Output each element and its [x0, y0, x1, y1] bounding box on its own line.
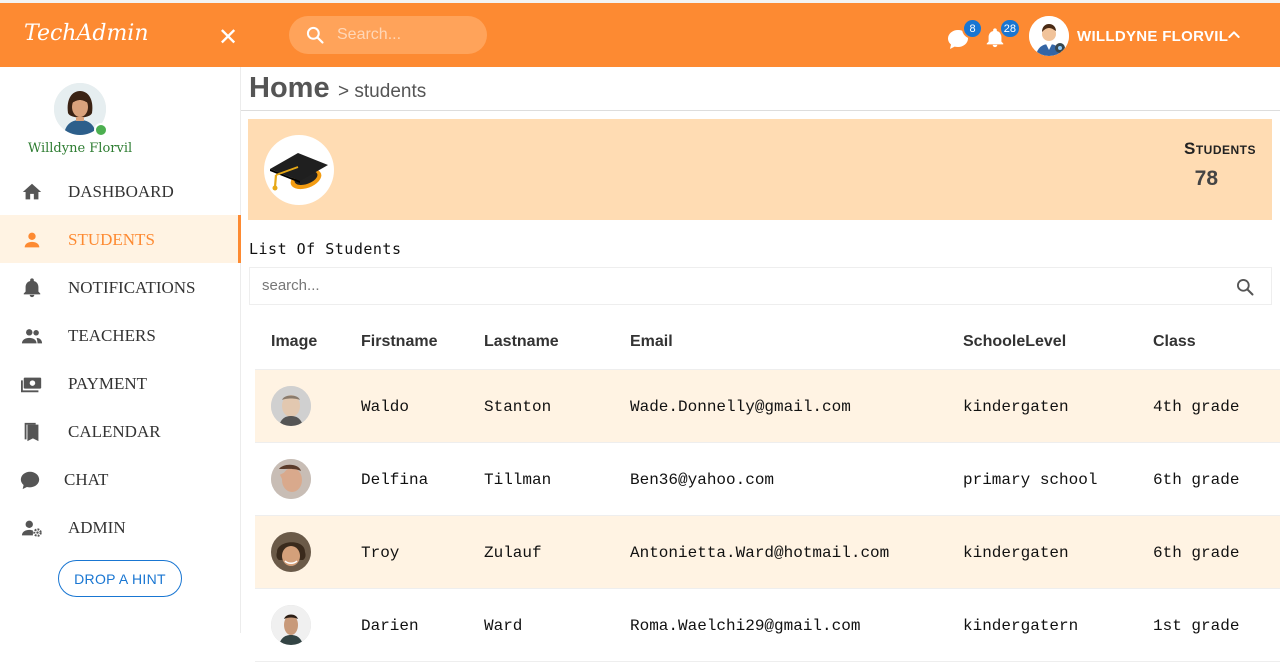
- breadcrumb: Home > students: [249, 72, 426, 105]
- cell-email: Roma.Waelchi29@gmail.com: [630, 617, 861, 635]
- cell-firstname: Delfina: [361, 471, 429, 489]
- student-photo-icon: [271, 532, 311, 572]
- people-icon: [21, 329, 43, 344]
- money-icon: [21, 377, 42, 393]
- online-status-dot: [94, 123, 108, 137]
- list-search: [249, 267, 1272, 305]
- sidebar-item-teachers[interactable]: TEACHERS: [0, 311, 241, 359]
- sidebar: Willdyne Florvil DASHBOARD STUDENTS NOTI…: [0, 67, 241, 633]
- cell-firstname: Waldo: [361, 398, 410, 416]
- notifications-badge: 28: [998, 18, 1021, 39]
- column-header-lastname[interactable]: Lastname: [484, 333, 559, 351]
- bookmarks-icon: [24, 422, 39, 442]
- cell-lastname: Tillman: [484, 471, 552, 489]
- stat-title: Students: [1183, 139, 1256, 158]
- list-search-input[interactable]: [262, 277, 1162, 294]
- sidebar-item-label: TEACHERS: [68, 326, 156, 345]
- sidebar-item-label: CHAT: [64, 470, 109, 489]
- user-avatar[interactable]: [1029, 16, 1069, 56]
- sidebar-item-label: PAYMENT: [68, 374, 148, 393]
- notifications-button[interactable]: 28: [984, 18, 1021, 51]
- column-header-email[interactable]: Email: [630, 333, 673, 351]
- user-avatar-icon: [1029, 16, 1069, 56]
- column-header-firstname[interactable]: Firstname: [361, 333, 437, 351]
- student-avatar: [271, 532, 311, 572]
- search-icon: [306, 26, 324, 44]
- cell-lastname: Zulauf: [484, 544, 542, 562]
- cell-lastname: Ward: [484, 617, 523, 635]
- chat-icon: [20, 471, 40, 490]
- list-title: List Of Students: [249, 240, 402, 258]
- sidebar-item-label: STUDENTS: [68, 230, 155, 249]
- table-header: Image Firstname Lastname Email SchooleLe…: [255, 313, 1280, 370]
- column-header-image[interactable]: Image: [271, 333, 317, 351]
- sidebar-item-label: NOTIFICATIONS: [68, 278, 196, 297]
- cell-email: Antonietta.Ward@hotmail.com: [630, 544, 890, 562]
- profile-avatar[interactable]: [54, 83, 108, 137]
- chevron-up-icon[interactable]: [1226, 27, 1242, 43]
- student-photo-icon: [271, 386, 311, 426]
- sidebar-item-students[interactable]: STUDENTS: [0, 215, 241, 263]
- cell-level: primary school: [963, 471, 1098, 489]
- students-table: Image Firstname Lastname Email SchooleLe…: [255, 313, 1280, 662]
- cell-class: 6th grade: [1153, 471, 1240, 489]
- graduation-cap-icon: [270, 153, 328, 191]
- breadcrumb-divider: [241, 110, 1280, 111]
- student-avatar: [271, 386, 311, 426]
- table-row[interactable]: Waldo Stanton Wade.Donnelly@gmail.com ki…: [255, 370, 1280, 443]
- sidebar-item-label: CALENDAR: [68, 422, 161, 441]
- sidebar-nav: DASHBOARD STUDENTS NOTIFICATIONS TEACHER…: [0, 167, 241, 551]
- cell-class: 1st grade: [1153, 617, 1240, 635]
- header-search-input[interactable]: [337, 26, 477, 44]
- admin-icon: [21, 520, 42, 537]
- app-logo[interactable]: TechAdmin: [24, 21, 149, 46]
- student-avatar: [271, 605, 311, 645]
- student-photo-icon: [271, 459, 311, 499]
- cell-class: 4th grade: [1153, 398, 1240, 416]
- column-header-class[interactable]: Class: [1153, 333, 1196, 351]
- sidebar-item-label: DASHBOARD: [68, 182, 174, 201]
- cell-level: kindergaten: [963, 544, 1069, 562]
- messages-button[interactable]: 8: [946, 18, 983, 51]
- messages-badge: 8: [962, 18, 983, 39]
- sidebar-item-label: ADMIN: [68, 518, 126, 537]
- cell-email: Wade.Donnelly@gmail.com: [630, 398, 851, 416]
- cell-level: kindergaten: [963, 398, 1069, 416]
- drop-a-hint-button[interactable]: DROP A HINT: [58, 560, 182, 597]
- bell-icon: [23, 278, 41, 298]
- breadcrumb-home[interactable]: Home: [249, 72, 330, 104]
- table-row[interactable]: Darien Ward Roma.Waelchi29@gmail.com kin…: [255, 589, 1280, 662]
- header-search[interactable]: [289, 16, 487, 54]
- table-row[interactable]: Troy Zulauf Antonietta.Ward@hotmail.com …: [255, 516, 1280, 589]
- student-avatar: [271, 459, 311, 499]
- search-icon[interactable]: [1235, 277, 1255, 297]
- stat-icon-container: [264, 135, 334, 205]
- column-header-schoollevel[interactable]: SchooleLevel: [963, 333, 1066, 351]
- students-stat-card: Students 78: [248, 119, 1272, 220]
- person-icon: [24, 232, 40, 248]
- close-sidebar-button[interactable]: ✕: [218, 23, 238, 52]
- top-app-bar: TechAdmin ✕ 8 28 WILLDYNE FLORVIL: [0, 0, 1280, 67]
- sidebar-item-payment[interactable]: PAYMENT: [0, 359, 241, 407]
- table-row[interactable]: Delfina Tillman Ben36@yahoo.com primary …: [255, 443, 1280, 516]
- sidebar-item-calendar[interactable]: CALENDAR: [0, 407, 241, 455]
- breadcrumb-current: > students: [338, 81, 427, 102]
- sidebar-item-dashboard[interactable]: DASHBOARD: [0, 167, 241, 215]
- cell-firstname: Darien: [361, 617, 419, 635]
- cell-email: Ben36@yahoo.com: [630, 471, 775, 489]
- cell-firstname: Troy: [361, 544, 400, 562]
- cell-class: 6th grade: [1153, 544, 1240, 562]
- profile-name: Willdyne Florvil: [27, 141, 133, 156]
- stat-count: 78: [1194, 167, 1218, 190]
- home-icon: [22, 183, 42, 200]
- sidebar-item-notifications[interactable]: NOTIFICATIONS: [0, 263, 241, 311]
- cell-level: kindergatern: [963, 617, 1079, 635]
- student-photo-icon: [271, 605, 311, 645]
- cell-lastname: Stanton: [484, 398, 552, 416]
- user-name[interactable]: WILLDYNE FLORVIL: [1077, 28, 1228, 45]
- sidebar-item-chat[interactable]: CHAT: [0, 455, 241, 503]
- sidebar-item-admin[interactable]: ADMIN: [0, 503, 241, 551]
